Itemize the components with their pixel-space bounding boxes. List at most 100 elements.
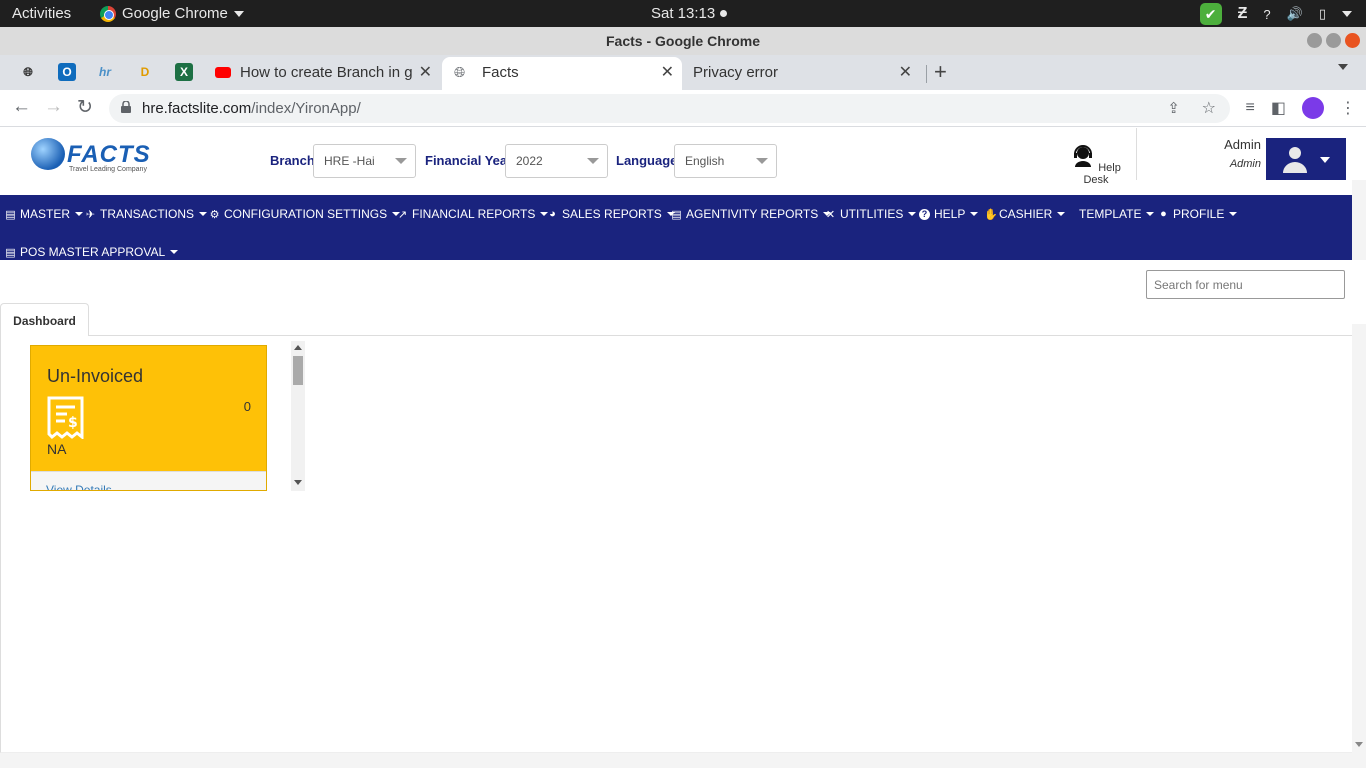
- menu-utilities-label: UTITLITIES: [840, 207, 904, 221]
- clock-label: Sat 13:13: [651, 5, 716, 22]
- volume-icon[interactable]: 🔊: [1287, 6, 1303, 22]
- forward-button[interactable]: →: [44, 96, 63, 118]
- pie-chart-icon: ◕: [549, 208, 556, 220]
- header-divider: [1136, 128, 1137, 180]
- chart-line-icon: ↗: [397, 208, 408, 221]
- media-icon[interactable]: ≡: [1246, 99, 1255, 117]
- tab-privacy-title: Privacy error: [693, 64, 779, 81]
- card-count: 0: [243, 399, 251, 414]
- help-icon[interactable]: ?: [1263, 7, 1270, 22]
- caret-down-icon: [970, 212, 979, 216]
- tab-separator: [926, 65, 927, 83]
- menu-master[interactable]: ▤ MASTER: [5, 207, 84, 221]
- chevron-down-icon: [1320, 157, 1330, 163]
- system-tray[interactable]: ✔ Ƶ ? 🔊 ▯: [1199, 3, 1352, 25]
- financial-year-select[interactable]: 2022: [505, 144, 608, 178]
- menu-utilities[interactable]: ✕ UTITLITIES: [825, 207, 917, 221]
- menu-help[interactable]: ? HELP: [919, 207, 979, 221]
- side-panel-icon[interactable]: ◧: [1271, 98, 1286, 118]
- menu-cashier[interactable]: ✋ CASHIER: [984, 207, 1066, 221]
- caret-down-icon: [1057, 212, 1066, 216]
- app-menu[interactable]: Google Chrome: [100, 5, 244, 22]
- pinned-tab-globe-icon[interactable]: 🌐︎: [19, 63, 37, 81]
- scroll-up-icon[interactable]: [294, 345, 302, 350]
- url-host: hre.factslite.com: [142, 100, 252, 117]
- close-tab-icon[interactable]: ✕: [661, 57, 674, 88]
- help-desk-button[interactable]: Help Desk: [1066, 143, 1126, 186]
- menu-template[interactable]: TEMPLATE: [1079, 207, 1155, 221]
- window-title-bar: Facts - Google Chrome: [0, 27, 1366, 55]
- tab-facts[interactable]: 🌐︎ Facts ✕: [442, 57, 682, 90]
- profile-avatar[interactable]: [1302, 97, 1324, 119]
- view-details-link[interactable]: View Details: [46, 483, 112, 490]
- tab-youtube[interactable]: How to create Branch in g ✕: [206, 57, 440, 90]
- url-path: /index/YironApp/: [251, 100, 361, 117]
- menu-search-input[interactable]: [1146, 270, 1345, 299]
- clock[interactable]: Sat 13:13: [651, 5, 728, 22]
- tab-dashboard-label: Dashboard: [13, 314, 76, 328]
- menu-financial-reports[interactable]: ↗ FINANCIAL REPORTS: [397, 207, 549, 221]
- scroll-down-icon[interactable]: [1355, 742, 1363, 747]
- headset-icon: [1074, 145, 1093, 167]
- back-button[interactable]: ←: [12, 96, 31, 118]
- battery-icon[interactable]: ▯: [1319, 6, 1326, 22]
- system-menu-chevron-icon[interactable]: [1342, 11, 1352, 17]
- close-window-button[interactable]: [1345, 33, 1360, 48]
- close-tab-icon[interactable]: ✕: [899, 57, 912, 88]
- app-header: FACTS Travel Leading Company Branch HRE …: [0, 128, 1366, 195]
- scroll-track-segment: [1352, 260, 1366, 324]
- tab-privacy-error[interactable]: Privacy error ✕: [682, 57, 922, 90]
- close-tab-icon[interactable]: ✕: [414, 57, 432, 88]
- address-bar[interactable]: hre.factslite.com/index/YironApp/ ⇪ ☆: [109, 94, 1230, 123]
- tab-search-chevron-icon[interactable]: [1338, 64, 1348, 70]
- language-value: English: [685, 154, 725, 168]
- reload-button[interactable]: ↻: [77, 96, 93, 119]
- share-icon[interactable]: ⇪: [1167, 99, 1180, 117]
- user-menu-button[interactable]: [1266, 138, 1346, 180]
- menu-cashier-label: CASHIER: [999, 207, 1053, 221]
- pinned-tab-hr-icon[interactable]: hr: [96, 63, 114, 81]
- page-horizontal-scrollbar[interactable]: [0, 753, 1352, 768]
- menu-agentivity-label: AGENTIVITY REPORTS: [686, 207, 819, 221]
- notification-dot-icon: [720, 10, 728, 17]
- os-top-bar: Activities Google Chrome Sat 13:13 ✔ Ƶ ?…: [0, 0, 1366, 27]
- tab-strip: 🌐︎ O hr D X How to create Branch in g ✕ …: [0, 55, 1366, 90]
- language-select[interactable]: English: [674, 144, 777, 178]
- branch-select[interactable]: HRE -Hai: [313, 144, 416, 178]
- menu-transactions[interactable]: ✈ TRANSACTIONS: [85, 207, 208, 221]
- check-app-icon[interactable]: ✔: [1199, 3, 1222, 25]
- minimize-button[interactable]: [1307, 33, 1322, 48]
- chrome-menu-icon[interactable]: ⋮: [1340, 98, 1356, 118]
- menu-pos-master-approval[interactable]: ▤ POS MASTER APPROVAL: [5, 245, 179, 259]
- zotero-icon[interactable]: Ƶ: [1238, 5, 1248, 23]
- caret-down-icon: [75, 212, 84, 216]
- chevron-down-icon: [395, 158, 407, 164]
- menu-configuration-settings[interactable]: ⚙ CONFIGURATION SETTINGS: [209, 207, 401, 221]
- widget-scrollbar[interactable]: [291, 341, 305, 491]
- globe-icon: 🌐︎: [454, 64, 466, 80]
- pinned-tab-excel-icon[interactable]: X: [175, 63, 193, 81]
- new-tab-button[interactable]: +: [934, 59, 947, 85]
- window-controls: [1307, 33, 1360, 48]
- hand-cash-icon: ✋: [984, 208, 998, 221]
- menu-profile-label: PROFILE: [1173, 207, 1225, 221]
- menu-profile[interactable]: ● PROFILE: [1158, 207, 1238, 221]
- caret-down-icon: [1229, 212, 1238, 216]
- menu-agentivity-reports[interactable]: ▤ AGENTIVITY REPORTS: [671, 207, 832, 221]
- tools-icon: ✕: [825, 208, 836, 221]
- pinned-tab-d-icon[interactable]: D: [136, 63, 154, 81]
- toolbar-actions: ≡ ◧ ⋮: [1246, 97, 1356, 119]
- document-icon: ▤: [671, 208, 682, 221]
- menu-sales-reports[interactable]: ◕ SALES REPORTS: [547, 207, 675, 221]
- bookmark-star-icon[interactable]: ☆: [1202, 98, 1216, 118]
- logo-brand: FACTS: [67, 141, 151, 168]
- chevron-down-icon: [587, 158, 599, 164]
- tab-dashboard[interactable]: Dashboard: [0, 303, 89, 336]
- pinned-tab-outlook-icon[interactable]: O: [58, 63, 76, 81]
- page-vertical-scrollbar[interactable]: [1352, 180, 1366, 768]
- maximize-button[interactable]: [1326, 33, 1341, 48]
- scroll-down-icon[interactable]: [294, 480, 302, 485]
- scroll-thumb[interactable]: [293, 356, 303, 385]
- svg-text:$: $: [68, 415, 78, 431]
- activities-button[interactable]: Activities: [12, 5, 71, 22]
